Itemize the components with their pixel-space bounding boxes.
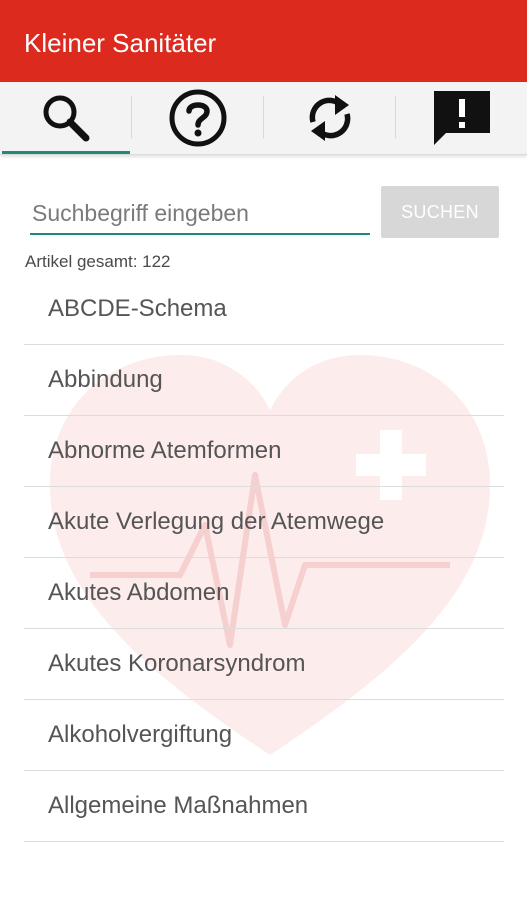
tab-search[interactable] (0, 82, 132, 154)
search-input[interactable] (30, 193, 370, 235)
list-item[interactable]: ABCDE-Schema (24, 274, 504, 345)
list-item[interactable]: Abnorme Atemformen (24, 416, 504, 487)
sync-icon (309, 95, 351, 141)
search-button[interactable]: SUCHEN (381, 186, 499, 238)
list-item[interactable]: Akute Verlegung der Atemwege (24, 487, 504, 558)
app-title: Kleiner Sanitäter (24, 28, 217, 58)
article-count: Artikel gesamt: 122 (25, 252, 171, 271)
app-bar: Kleiner Sanitäter (0, 0, 527, 82)
list-item[interactable]: Abbindung (24, 345, 504, 416)
tab-sync[interactable] (264, 82, 396, 154)
help-icon (169, 89, 227, 147)
list-item[interactable]: Akutes Koronarsyndrom (24, 629, 504, 700)
tab-feedback[interactable] (396, 82, 527, 154)
article-list: ABCDE-Schema Abbindung Abnorme Atemforme… (24, 274, 504, 842)
tab-help[interactable] (132, 82, 264, 154)
feedback-icon (434, 91, 490, 145)
tab-bar (0, 82, 527, 155)
list-item[interactable]: Allgemeine Maßnahmen (24, 771, 504, 842)
list-item[interactable]: Alkoholvergiftung (24, 700, 504, 771)
tab-active-indicator (2, 151, 130, 154)
search-icon (43, 95, 90, 142)
list-item[interactable]: Akutes Abdomen (24, 558, 504, 629)
